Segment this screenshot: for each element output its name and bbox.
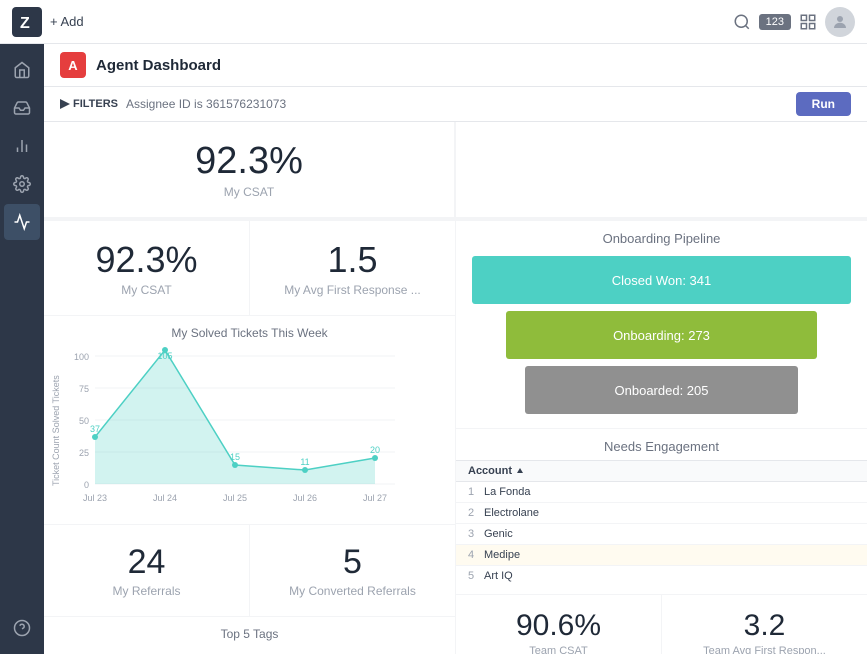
needs-title: Needs Engagement — [456, 429, 867, 460]
needs-row-2: 2 Electrolane — [456, 503, 867, 524]
svg-text:25: 25 — [79, 448, 89, 458]
sidebar-item-settings[interactable] — [4, 166, 40, 202]
dashboard-logo: A — [60, 52, 86, 78]
converted-referrals-card: 5 My Converted Referrals — [250, 525, 455, 616]
team-avg-response-card: 3.2 Team Avg First Respon... — [662, 595, 867, 654]
chart-card: My Solved Tickets This Week Ticket Count… — [44, 316, 455, 524]
needs-row-3: 3 Genic — [456, 524, 867, 545]
csat-card: 92.3% My CSAT — [44, 122, 455, 218]
svg-text:0: 0 — [84, 480, 89, 490]
pipeline-card: Onboarding Pipeline Closed Won: 341 Onbo… — [456, 221, 867, 428]
referrals-label: My Referrals — [112, 584, 180, 598]
account-column-header: Account — [468, 465, 525, 477]
avatar[interactable] — [825, 7, 855, 37]
notification-badge[interactable]: 123 — [759, 14, 791, 30]
svg-text:75: 75 — [79, 384, 89, 394]
pipeline-bar-2: Onboarded: 205 — [525, 366, 798, 414]
dashboard-title: Agent Dashboard — [96, 57, 221, 74]
dashboard-header: A Agent Dashboard — [44, 44, 867, 87]
pipeline-bar-0: Closed Won: 341 — [472, 256, 851, 304]
svg-text:Jul 23: Jul 23 — [83, 493, 107, 503]
chart-title: My Solved Tickets This Week — [52, 326, 447, 340]
csat-value: 92.3% — [195, 140, 303, 183]
svg-text:11: 11 — [300, 457, 309, 467]
team-csat-label: Team CSAT — [529, 645, 587, 654]
filter-toggle[interactable]: FILTERS — [60, 98, 118, 110]
pipeline-bar-1: Onboarding: 273 — [506, 311, 817, 359]
team-avg-response-label: Team Avg First Respon... — [703, 645, 826, 654]
svg-text:Jul 26: Jul 26 — [293, 493, 317, 503]
app-logo: Z — [12, 7, 42, 37]
svg-text:Jul 27: Jul 27 — [363, 493, 387, 503]
pipeline-title: Onboarding Pipeline — [472, 231, 851, 246]
sidebar-item-analytics[interactable] — [4, 204, 40, 240]
run-button[interactable]: Run — [796, 92, 851, 116]
svg-text:100: 100 — [74, 352, 89, 362]
needs-engagement-card: Needs Engagement Account 1 La Fonda 2 El… — [456, 429, 867, 594]
svg-text:15: 15 — [230, 452, 240, 462]
svg-text:20: 20 — [370, 445, 380, 455]
tags-card: Top 5 Tags — [44, 617, 455, 654]
csat-value: 92.3% — [95, 239, 197, 281]
team-csat-card: 90.6% Team CSAT — [456, 595, 661, 654]
needs-row-1: 1 La Fonda — [456, 482, 867, 503]
sidebar-item-home[interactable] — [4, 52, 40, 88]
solved-tickets-chart: 100 75 50 25 0 — [65, 346, 405, 516]
filter-value: Assignee ID is 361576231073 — [126, 97, 286, 111]
team-csat-value: 90.6% — [516, 609, 601, 643]
sidebar-item-bottom[interactable] — [4, 610, 40, 646]
add-button[interactable]: + Add — [50, 14, 84, 29]
csat-label: My CSAT — [224, 185, 274, 199]
tags-title: Top 5 Tags — [56, 627, 443, 641]
referrals-card: 24 My Referrals — [44, 525, 249, 616]
converted-value: 5 — [343, 543, 362, 582]
avg-response-card — [456, 122, 867, 218]
sidebar-item-inbox[interactable] — [4, 90, 40, 126]
filter-label: FILTERS — [73, 98, 118, 110]
needs-row-4: 4 Medipe — [456, 545, 867, 566]
avg-response-card: 1.5 My Avg First Response ... — [250, 221, 455, 315]
svg-text:37: 37 — [90, 424, 100, 434]
main-content: A Agent Dashboard FILTERS Assignee ID is… — [44, 44, 867, 654]
converted-label: My Converted Referrals — [289, 584, 416, 598]
search-icon[interactable] — [733, 13, 751, 31]
svg-text:105: 105 — [157, 351, 172, 361]
csat-card: 92.3% My CSAT — [44, 221, 249, 315]
csat-label: My CSAT — [121, 283, 171, 297]
svg-text:Z: Z — [20, 15, 30, 32]
avg-response-label: My Avg First Response ... — [284, 283, 421, 297]
filter-bar: FILTERS Assignee ID is 361576231073 Run — [44, 87, 867, 122]
svg-text:Jul 24: Jul 24 — [153, 493, 177, 503]
tags-pie-chart — [56, 647, 196, 654]
sidebar — [0, 44, 44, 654]
avg-response-value: 1.5 — [327, 239, 377, 281]
team-avg-response-value: 3.2 — [744, 609, 786, 643]
sidebar-item-reports[interactable] — [4, 128, 40, 164]
grid-icon[interactable] — [799, 13, 817, 31]
needs-row-5: 5 Art IQ — [456, 566, 867, 586]
referrals-value: 24 — [128, 543, 166, 582]
svg-text:50: 50 — [79, 416, 89, 426]
svg-text:Jul 25: Jul 25 — [223, 493, 247, 503]
